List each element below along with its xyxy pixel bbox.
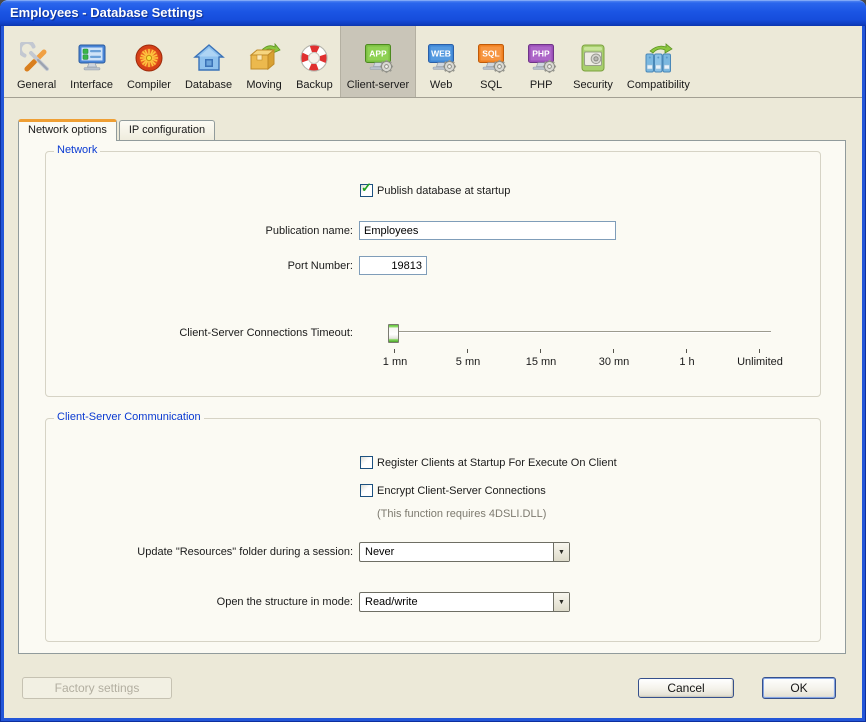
port-number-label: Port Number: [19,260,353,272]
safe-icon [575,41,611,77]
cs-communication-group-title: Client-Server Communication [54,411,204,423]
publish-database-label: Publish database at startup [377,185,510,197]
toolbar-item-moving[interactable]: Moving [239,26,289,97]
title-bar: Employees - Database Settings [0,0,866,26]
svg-text:SQL: SQL [482,49,499,59]
home-icon [191,41,227,77]
update-resources-value: Never [360,543,553,561]
settings-dialog: Employees - Database Settings General [0,0,866,722]
publication-name-field[interactable] [359,221,616,240]
open-structure-dropdown[interactable]: Read/write ▼ [359,592,570,612]
svg-text:WEB: WEB [431,49,451,59]
checkbox-box[interactable] [360,484,373,497]
register-clients-label: Register Clients at Startup For Execute … [377,457,617,469]
web-monitor-icon: WEB [423,41,459,77]
toolbar-item-label: PHP [530,79,553,91]
interface-monitor-icon [74,41,110,77]
toolbar-item-compatibility[interactable]: Compatibility [620,26,697,97]
toolbar-item-label: Database [185,79,232,91]
tab-bar: Network options IP configuration [18,119,217,140]
publish-database-checkbox[interactable]: ✓ Publish database at startup [360,184,510,197]
sql-monitor-icon: SQL [473,41,509,77]
register-clients-checkbox[interactable]: Register Clients at Startup For Execute … [360,456,617,469]
toolbar-item-sql[interactable]: SQL SQL [466,26,516,97]
toolbar-item-general[interactable]: General [10,26,63,97]
php-monitor-icon: PHP [523,41,559,77]
tab-content-area: Network options IP configuration Network… [4,98,862,718]
toolbar-item-label: Moving [246,79,281,91]
toolbar-item-label: SQL [480,79,502,91]
toolbar-item-backup[interactable]: Backup [289,26,340,97]
toolbar-item-label: Client-server [347,79,409,91]
window-title: Employees - Database Settings [0,0,866,26]
slider-tick [759,349,760,353]
checkbox-box[interactable] [360,456,373,469]
lifebuoy-icon [296,41,332,77]
update-resources-dropdown[interactable]: Never ▼ [359,542,570,562]
timeout-slider-track[interactable] [393,331,771,333]
toolbar-item-web[interactable]: WEB Web [416,26,466,97]
ok-button[interactable]: OK [762,677,836,699]
open-structure-label: Open the structure in mode: [19,596,353,608]
open-structure-value: Read/write [360,593,553,611]
svg-text:PHP: PHP [532,49,550,59]
slider-label-1h: 1 h [647,356,727,368]
slider-label-unlimited: Unlimited [720,356,800,368]
toolbar-item-interface[interactable]: Interface [63,26,120,97]
toolbar-item-database[interactable]: Database [178,26,239,97]
slider-label-1mn: 1 mn [355,356,435,368]
publication-name-label: Publication name: [19,225,353,237]
toolbar-item-label: Compatibility [627,79,690,91]
encrypt-requirement-note: (This function requires 4DSLI.DLL) [377,508,546,520]
network-group-title: Network [54,144,100,156]
checkbox-box[interactable]: ✓ [360,184,373,197]
toolbar-item-label: Compiler [127,79,171,91]
update-resources-label: Update "Resources" folder during a sessi… [19,546,353,558]
chevron-down-icon[interactable]: ▼ [553,543,569,561]
toolbar-item-php[interactable]: PHP PHP [516,26,566,97]
encrypt-connections-checkbox[interactable]: Encrypt Client-Server Connections [360,484,546,497]
slider-tick [613,349,614,353]
timeout-slider-thumb[interactable] [388,324,399,343]
tab-ip-configuration[interactable]: IP configuration [119,120,215,140]
toolbar-item-compiler[interactable]: Compiler [120,26,178,97]
factory-settings-button[interactable]: Factory settings [22,677,172,699]
app-server-monitor-icon: APP [360,41,396,77]
chevron-down-icon[interactable]: ▼ [553,593,569,611]
compiler-wheel-icon [131,41,167,77]
tools-icon [19,41,55,77]
dialog-body: General Interface [4,26,862,718]
toolbar-item-label: Interface [70,79,113,91]
settings-toolbar: General Interface [4,26,862,98]
toolbar-item-client-server[interactable]: APP Client-server [340,26,416,97]
slider-label-30mn: 30 mn [574,356,654,368]
slider-label-15mn: 15 mn [501,356,581,368]
toolbar-item-label: General [17,79,56,91]
cancel-button[interactable]: Cancel [638,678,734,698]
slider-tick [540,349,541,353]
slider-tick [394,349,395,353]
toolbar-item-security[interactable]: Security [566,26,620,97]
port-number-field[interactable] [359,256,427,275]
binders-arrow-icon [640,41,676,77]
moving-box-icon [246,41,282,77]
slider-tick [686,349,687,353]
toolbar-item-label: Web [430,79,452,91]
slider-tick [467,349,468,353]
toolbar-item-label: Security [573,79,613,91]
timeout-label: Client-Server Connections Timeout: [19,327,353,339]
svg-text:APP: APP [369,49,387,59]
network-options-panel: Network ✓ Publish database at startup Pu… [18,140,846,654]
tab-network-options[interactable]: Network options [18,119,117,141]
encrypt-connections-label: Encrypt Client-Server Connections [377,485,546,497]
toolbar-item-label: Backup [296,79,333,91]
check-mark-icon: ✓ [361,181,372,194]
slider-label-5mn: 5 mn [428,356,508,368]
